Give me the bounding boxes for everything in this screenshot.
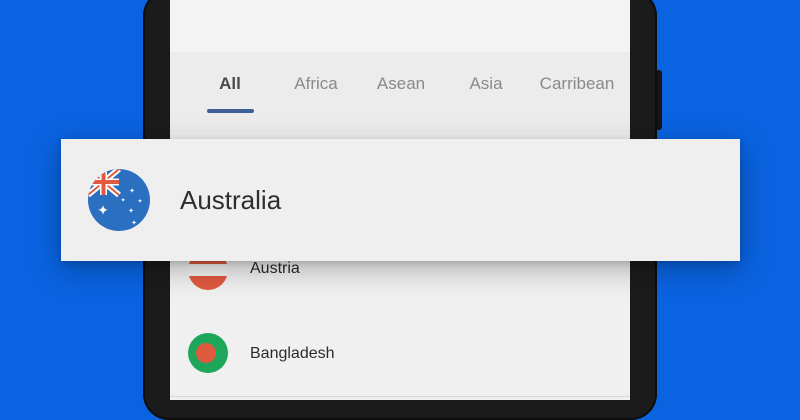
region-tabs: All Africa Asean Asia Carribean bbox=[170, 52, 630, 132]
phone-side-button bbox=[657, 70, 662, 130]
country-name: Austria bbox=[250, 260, 300, 277]
svg-text:✦: ✦ bbox=[129, 187, 135, 195]
country-name: Bangladesh bbox=[250, 345, 335, 362]
highlighted-country-name: Australia bbox=[180, 185, 282, 215]
active-tab-indicator bbox=[207, 109, 254, 113]
svg-text:✦: ✦ bbox=[128, 207, 134, 215]
svg-text:✦: ✦ bbox=[120, 197, 125, 204]
australia-flag-icon: ✦ ✦ ✦ ✦ ✦ ✦ bbox=[88, 169, 150, 231]
svg-text:✦: ✦ bbox=[137, 198, 142, 205]
bangladesh-flag-icon bbox=[188, 333, 228, 373]
svg-text:✦: ✦ bbox=[97, 203, 109, 219]
tab-carribean[interactable]: Carribean bbox=[540, 74, 615, 94]
tab-asean[interactable]: Asean bbox=[377, 74, 425, 94]
tab-africa[interactable]: Africa bbox=[294, 74, 337, 94]
highlighted-country-card[interactable]: ✦ ✦ ✦ ✦ ✦ ✦ Australia bbox=[61, 139, 740, 261]
svg-text:✦: ✦ bbox=[131, 219, 137, 227]
tab-all[interactable]: All bbox=[219, 74, 241, 94]
top-bar bbox=[170, 0, 630, 52]
country-row-bangladesh[interactable]: Bangladesh bbox=[170, 312, 630, 397]
tab-asia[interactable]: Asia bbox=[469, 74, 502, 94]
